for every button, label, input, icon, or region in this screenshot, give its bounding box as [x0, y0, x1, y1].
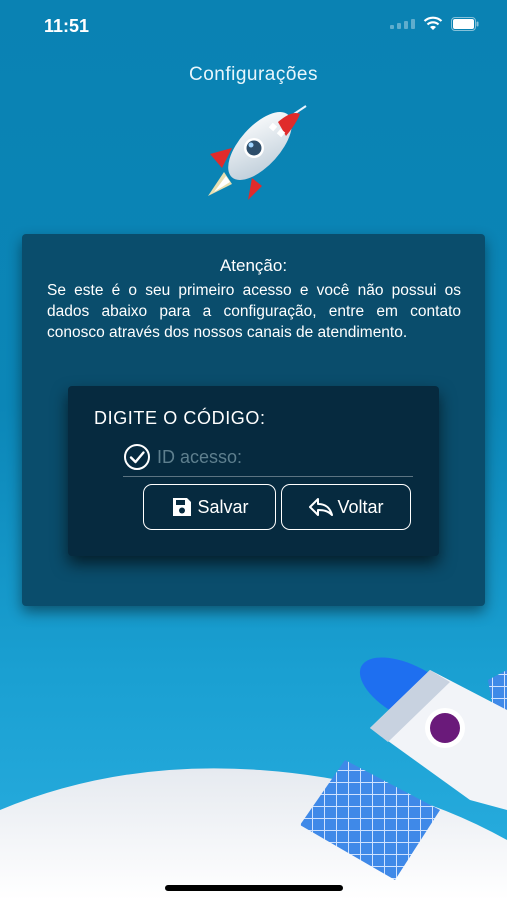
notice-card: Atenção: Se este é o seu primeiro acesso… [22, 234, 485, 606]
save-button[interactable]: Salvar [143, 484, 276, 530]
notice-text: Se este é o seu primeiro acesso e você n… [47, 282, 461, 341]
status-icons [390, 16, 479, 31]
page-title: Configurações [188, 64, 319, 85]
status-bar: 11:51 [0, 0, 507, 52]
id-access-input[interactable] [155, 442, 409, 472]
back-arrow-icon [309, 498, 334, 516]
satellite-illustration [0, 657, 507, 900]
save-label: Salvar [197, 496, 249, 517]
signal-icon [390, 18, 415, 29]
id-input-row [123, 440, 413, 477]
check-circle-icon [124, 444, 150, 470]
rocket-icon [208, 105, 307, 200]
wifi-icon [423, 16, 443, 30]
code-label: DIGITE O CÓDIGO: [94, 408, 266, 428]
notice-title: Atenção: [219, 256, 288, 275]
code-form: DIGITE O CÓDIGO: Salvar Voltar [68, 386, 439, 556]
home-indicator [165, 885, 343, 891]
back-label: Voltar [337, 496, 384, 517]
battery-icon [451, 16, 479, 31]
status-time: 11:51 [44, 16, 90, 36]
save-icon [173, 498, 192, 516]
back-button[interactable]: Voltar [281, 484, 411, 530]
